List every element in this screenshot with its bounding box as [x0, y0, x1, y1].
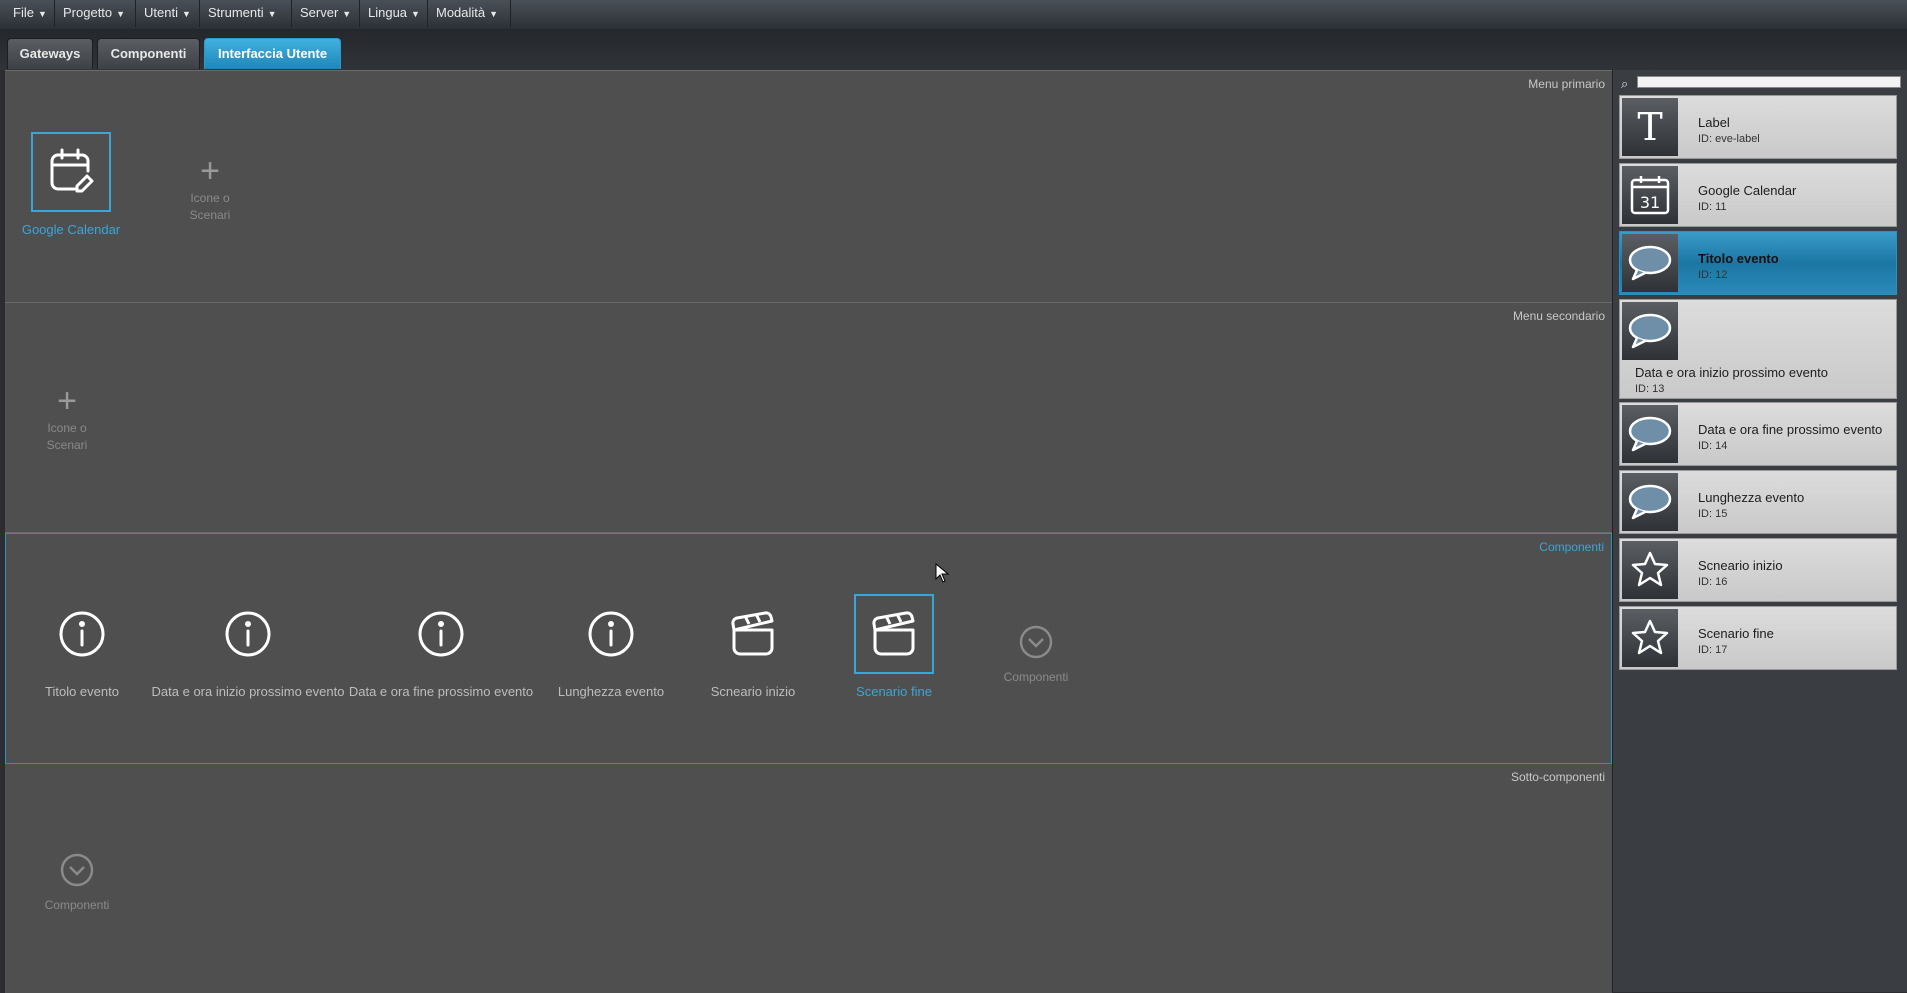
- google-calendar-icon: [31, 132, 111, 212]
- item-label: Google Calendar: [21, 222, 121, 237]
- widget-panel: ⌕ T Label ID: eve-label 31 Google Calend…: [1612, 70, 1907, 992]
- chevron-down-circle-icon: [60, 853, 94, 887]
- star-icon: [1622, 609, 1678, 667]
- component-item[interactable]: Data e ora fine prossimo evento: [346, 594, 536, 699]
- card-name: Label: [1698, 115, 1730, 130]
- widget-card-label[interactable]: T Label ID: eve-label: [1619, 95, 1897, 159]
- caret-down-icon: ▼: [411, 9, 420, 19]
- section-title: Menu primario: [1528, 77, 1605, 91]
- plus-icon: +: [200, 152, 220, 190]
- widget-card-google-calendar[interactable]: 31 Google Calendar ID: 11: [1619, 163, 1897, 227]
- card-name: Data e ora inizio prossimo evento: [1635, 365, 1828, 380]
- card-id: ID: 12: [1698, 269, 1728, 281]
- caret-down-icon: ▼: [342, 9, 352, 19]
- chevron-down-circle-icon: [1019, 625, 1053, 659]
- widget-card-data-fine[interactable]: Data e ora fine prossimo evento ID: 14: [1619, 402, 1897, 466]
- section-menu-secondario[interactable]: Menu secondario + Icone o Scenari: [5, 303, 1612, 533]
- card-name: Scneario inizio: [1698, 558, 1783, 573]
- clapperboard-icon: [713, 594, 793, 674]
- section-title: Sotto-componenti: [1510, 770, 1605, 784]
- speech-bubble-icon: [1622, 234, 1678, 292]
- menu-utenti[interactable]: Utenti ▼: [136, 0, 200, 27]
- widget-card-data-inizio[interactable]: Data e ora inizio prossimo evento ID: 13: [1619, 299, 1897, 399]
- item-label: Data e ora inizio prossimo evento: [151, 684, 345, 699]
- speech-bubble-icon: [1622, 405, 1678, 463]
- tab-gateways[interactable]: Gateways: [7, 38, 93, 69]
- component-item[interactable]: Data e ora inizio prossimo evento: [148, 594, 348, 699]
- google-calendar-item[interactable]: Google Calendar: [16, 132, 126, 237]
- svg-text:31: 31: [1640, 193, 1660, 212]
- ui-canvas: Menu primario Google Calendar + Icone oS…: [5, 70, 1612, 993]
- menu-bar: File ▼ Progetto ▼ Utenti ▼ Strumenti ▼ Serve…: [0, 0, 1907, 30]
- section-sotto-componenti[interactable]: Sotto-componenti Componenti: [5, 764, 1612, 993]
- card-id: ID: 17: [1698, 644, 1728, 656]
- item-label: Data e ora fine prossimo evento: [348, 684, 534, 699]
- component-item-selected[interactable]: Scenario fine: [829, 594, 959, 699]
- widget-card-scenario-fine[interactable]: Scenario fine ID: 17: [1619, 606, 1897, 670]
- card-name: Data e ora fine prossimo evento: [1698, 422, 1883, 437]
- search-icon: ⌕: [1621, 76, 1629, 91]
- info-icon: [208, 594, 288, 674]
- info-icon: [401, 594, 481, 674]
- widget-card-titolo-evento[interactable]: Titolo evento ID: 12: [1619, 231, 1897, 295]
- component-item[interactable]: Titolo evento: [27, 594, 137, 699]
- plus-icon: +: [57, 382, 77, 420]
- add-label: Icone o Scenari: [46, 421, 88, 452]
- component-item[interactable]: Lunghezza evento: [546, 594, 676, 699]
- add-label: Componenti: [1003, 670, 1069, 684]
- menu-server[interactable]: Server ▼: [292, 0, 360, 27]
- card-name: Titolo evento: [1698, 251, 1779, 266]
- tab-interfaccia-utente[interactable]: Interfaccia Utente: [204, 38, 341, 69]
- add-component-button[interactable]: Componenti: [986, 624, 1086, 686]
- add-icon-or-scenario-button[interactable]: + Icone o Scenari: [32, 382, 102, 454]
- section-menu-primario[interactable]: Menu primario Google Calendar + Icone oS…: [5, 71, 1612, 303]
- menu-progetto[interactable]: Progetto ▼: [55, 0, 136, 27]
- add-icon-or-scenario-button[interactable]: + Icone o Scenari: [175, 152, 245, 224]
- info-icon: [571, 594, 651, 674]
- card-name: Scenario fine: [1698, 626, 1774, 641]
- star-icon: [1622, 541, 1678, 599]
- speech-bubble-icon: [1622, 473, 1678, 531]
- text-t-icon: T: [1622, 98, 1678, 156]
- info-icon: [42, 594, 122, 674]
- section-componenti[interactable]: Componenti Titolo evento Data e ora iniz…: [5, 533, 1612, 764]
- card-id: ID: 11: [1698, 201, 1727, 213]
- menu-lingua[interactable]: Lingua ▼: [360, 0, 428, 27]
- card-id: ID: eve-label: [1698, 133, 1760, 145]
- item-label: Scneario inizio: [710, 684, 796, 699]
- add-subcomponent-button[interactable]: Componenti: [27, 852, 127, 914]
- caret-down-icon: ▼: [489, 9, 499, 19]
- item-label: Lunghezza evento: [557, 684, 665, 699]
- menu-modalita[interactable]: Modalità ▼: [428, 0, 511, 27]
- calendar-icon: 31: [1622, 166, 1678, 224]
- add-label: Componenti: [44, 898, 110, 912]
- widget-card-scenario-inizio[interactable]: Scneario inizio ID: 16: [1619, 538, 1897, 602]
- caret-down-icon: ▼: [37, 9, 47, 19]
- tab-componenti[interactable]: Componenti: [97, 38, 200, 69]
- search-input[interactable]: [1637, 76, 1901, 88]
- card-name: Lunghezza evento: [1698, 490, 1805, 505]
- card-id: ID: 13: [1635, 383, 1665, 395]
- add-label: Icone o Scenari: [189, 191, 231, 222]
- menu-file[interactable]: File ▼: [5, 0, 55, 27]
- section-title: Componenti: [1539, 540, 1604, 554]
- item-label: Scenario fine: [856, 684, 932, 699]
- caret-down-icon: ▼: [181, 9, 191, 19]
- widget-card-lunghezza-evento[interactable]: Lunghezza evento ID: 15: [1619, 470, 1897, 534]
- caret-down-icon: ▼: [267, 9, 277, 19]
- component-item[interactable]: Scneario inizio: [693, 594, 813, 699]
- card-id: ID: 15: [1698, 508, 1728, 520]
- card-id: ID: 14: [1698, 440, 1728, 452]
- section-title: Menu secondario: [1512, 309, 1605, 323]
- card-name: Google Calendar: [1698, 183, 1797, 198]
- clapperboard-icon: [854, 594, 934, 674]
- item-label: Titolo evento: [45, 684, 119, 699]
- speech-bubble-icon: [1622, 302, 1678, 360]
- menu-strumenti[interactable]: Strumenti ▼: [200, 0, 292, 27]
- card-id: ID: 16: [1698, 576, 1728, 588]
- caret-down-icon: ▼: [116, 9, 126, 19]
